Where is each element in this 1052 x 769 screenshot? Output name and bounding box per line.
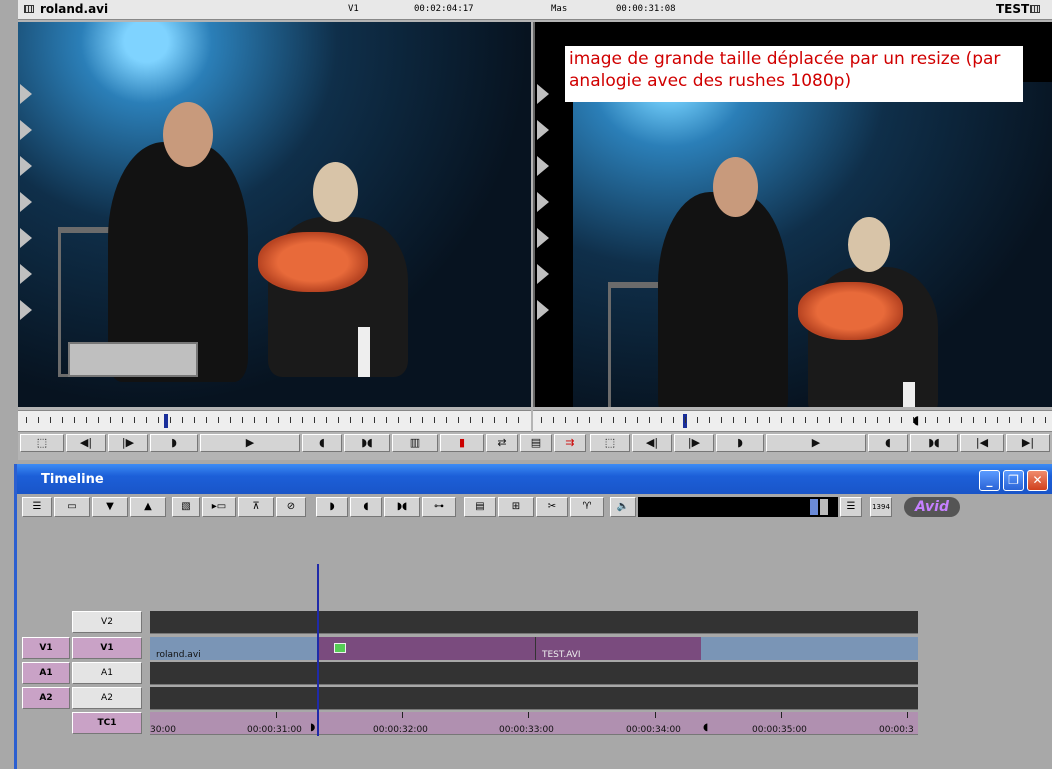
tl-overwrite-icon[interactable]: ▤ [464,497,496,517]
clip-test-label: TEST.AVI [542,650,581,660]
caption-text: image de grande taille déplacée par un r… [565,46,1023,102]
minimize-icon[interactable]: _ [979,470,1000,491]
track-v1[interactable]: roland.avi TEST.AVI [150,637,918,660]
timeline-title: Timeline [41,472,104,487]
record-timecode[interactable]: 00:00:31:08 [616,4,676,14]
tc-label-1: 00:00:31:00 [247,725,302,735]
composer-controls: ⬚ ◀| |▶ ◗ ▶ ◖ ◗◖ ▥ ▮ ⇄ ▤ ⇉ ⬚ ◀| |▶ ◗ ▶ ◖… [18,433,1052,455]
track-settings-icon[interactable]: ☰ [22,497,52,517]
record-mark-in-icon[interactable]: ◗ [716,434,764,452]
step-back-icon[interactable]: ◀| [66,434,106,452]
tc-mark-out-icon: ◖ [703,722,709,733]
effect-icon-marker[interactable] [334,643,346,653]
concert-frame-record [573,82,1052,407]
clip-filler[interactable] [701,637,918,660]
record-step-forward-icon[interactable]: |▶ [674,434,714,452]
restore-icon[interactable]: ❐ [1003,470,1024,491]
source-track-v1[interactable]: V1 [22,637,70,659]
record-track-v1[interactable]: V1 [72,637,142,659]
cut-icon[interactable]: ✂ [536,497,568,517]
tc-mark-in-icon: ◗ [310,722,316,733]
track-tc1[interactable]: 30:00 00:00:31:00 00:00:32:00 00:00:33:0… [150,712,918,735]
overwrite-icon[interactable]: ▤ [520,434,552,452]
record-step-back-icon[interactable]: ◀| [632,434,672,452]
record-position-bar[interactable]: ◖ [533,410,1052,432]
source-clip-name[interactable]: roland.avi [40,2,108,16]
clip-effect-segment[interactable] [318,637,535,660]
source-position-bar[interactable] [18,410,531,432]
match-frame-icon[interactable]: ▸▭ [202,497,236,517]
record-dot-icon[interactable]: ▮ [440,434,484,452]
record-track-v2[interactable]: V2 [72,611,142,633]
mark-out-button-icon[interactable]: ◖ [302,434,342,452]
record-mark-out-icon[interactable]: ◖ [868,434,908,452]
firewire-button[interactable]: 1394 [870,497,892,517]
mark-in-icon[interactable]: ◗ [150,434,198,452]
trophy-icon[interactable]: ♈ [570,497,604,517]
monitor-icon[interactable]: ▭ [54,497,90,517]
track-area: V1 A1 A2 V2 V1 A1 A2 TC1 roland.avi TEST… [17,564,1052,769]
source-position-indicator[interactable] [164,414,168,428]
effect-icon[interactable]: ▧ [172,497,200,517]
track-a1[interactable] [150,662,918,685]
lower-track-icon[interactable]: ▼ [92,497,128,517]
tl-mark-out-icon[interactable]: ◖ [350,497,382,517]
splice-in-icon[interactable]: ⇄ [486,434,518,452]
avid-logo: Avid [904,497,960,517]
record-play-icon[interactable]: ▶ [766,434,866,452]
record-monitor[interactable]: image de grande taille déplacée par un r… [533,22,1052,407]
source-track-a1[interactable]: A1 [22,662,70,684]
source-track-a2[interactable]: A2 [22,687,70,709]
source-timecode[interactable]: 00:02:04:17 [414,4,474,14]
extract-icon[interactable]: ⊼ [238,497,274,517]
tc-label-3: 00:00:33:00 [499,725,554,735]
composer-title-bar: roland.avi V1 00:02:04:17 Mas 00:00:31:0… [18,0,1052,20]
mark-clip-icon[interactable]: ▥ [392,434,438,452]
source-menu-button[interactable]: ⬚ [20,434,64,452]
link-icon[interactable]: ⊶ [422,497,456,517]
record-clear-marks-icon[interactable]: ◗◖ [910,434,958,452]
tl-mark-in-icon[interactable]: ◗ [316,497,348,517]
clear-marks-icon[interactable]: ◗◖ [344,434,390,452]
list-icon[interactable]: ☰ [840,497,862,517]
no-entry-icon[interactable]: ⊘ [276,497,306,517]
tc-label-4: 00:00:34:00 [626,725,681,735]
record-label: Mas [551,4,568,14]
source-monitor[interactable] [18,22,531,407]
tc-label-0: 30:00 [150,725,176,735]
scale-slider[interactable] [810,499,818,515]
go-to-start-icon[interactable]: |◀ [960,434,1004,452]
clip-test[interactable]: TEST.AVI [535,637,701,660]
close-icon[interactable]: ✕ [1027,470,1048,491]
grid-icon[interactable] [1030,2,1040,16]
timeline-toolbar: ☰ ▭ ▼ ▲ ▧ ▸▭ ⊼ ⊘ ◗ ◖ ◗◖ ⊶ ▤ ⊞ ✂ ♈ 🔈 ☰ 13… [20,497,1052,519]
source-track-label: V1 [348,4,359,14]
segment-icon[interactable]: ⊞ [498,497,534,517]
tc-label-2: 00:00:32:00 [373,725,428,735]
record-menu-button[interactable]: ⬚ [590,434,630,452]
tc-label-6: 00:00:3 [879,725,914,735]
sequence-name[interactable]: TEST [996,2,1029,16]
timeline-scale-bar[interactable] [638,497,838,517]
track-a2[interactable] [150,687,918,710]
record-track-tc1[interactable]: TC1 [72,712,142,734]
concert-frame-source [18,22,531,407]
tl-clear-marks-icon[interactable]: ◗◖ [384,497,420,517]
bin-icon[interactable] [24,2,34,16]
timeline-window: Timeline _ ❐ ✕ ☰ ▭ ▼ ▲ ▧ ▸▭ ⊼ ⊘ ◗ ◖ ◗◖ ⊶… [14,464,1052,769]
play-icon[interactable]: ▶ [200,434,300,452]
speaker-icon[interactable]: 🔈 [610,497,636,517]
record-track-a1[interactable]: A1 [72,662,142,684]
go-to-end-icon[interactable]: ▶| [1006,434,1050,452]
clip-roland-label: roland.avi [156,650,201,660]
timeline-title-bar[interactable]: Timeline _ ❐ ✕ [17,464,1052,494]
lift-icon[interactable]: ⇉ [554,434,586,452]
tc-label-5: 00:00:35:00 [752,725,807,735]
playhead[interactable] [317,564,319,736]
composer-window: roland.avi V1 00:02:04:17 Mas 00:00:31:0… [18,0,1052,460]
raise-track-icon[interactable]: ▲ [130,497,166,517]
step-forward-icon[interactable]: |▶ [108,434,148,452]
record-track-a2[interactable]: A2 [72,687,142,709]
track-v2[interactable] [150,611,918,634]
